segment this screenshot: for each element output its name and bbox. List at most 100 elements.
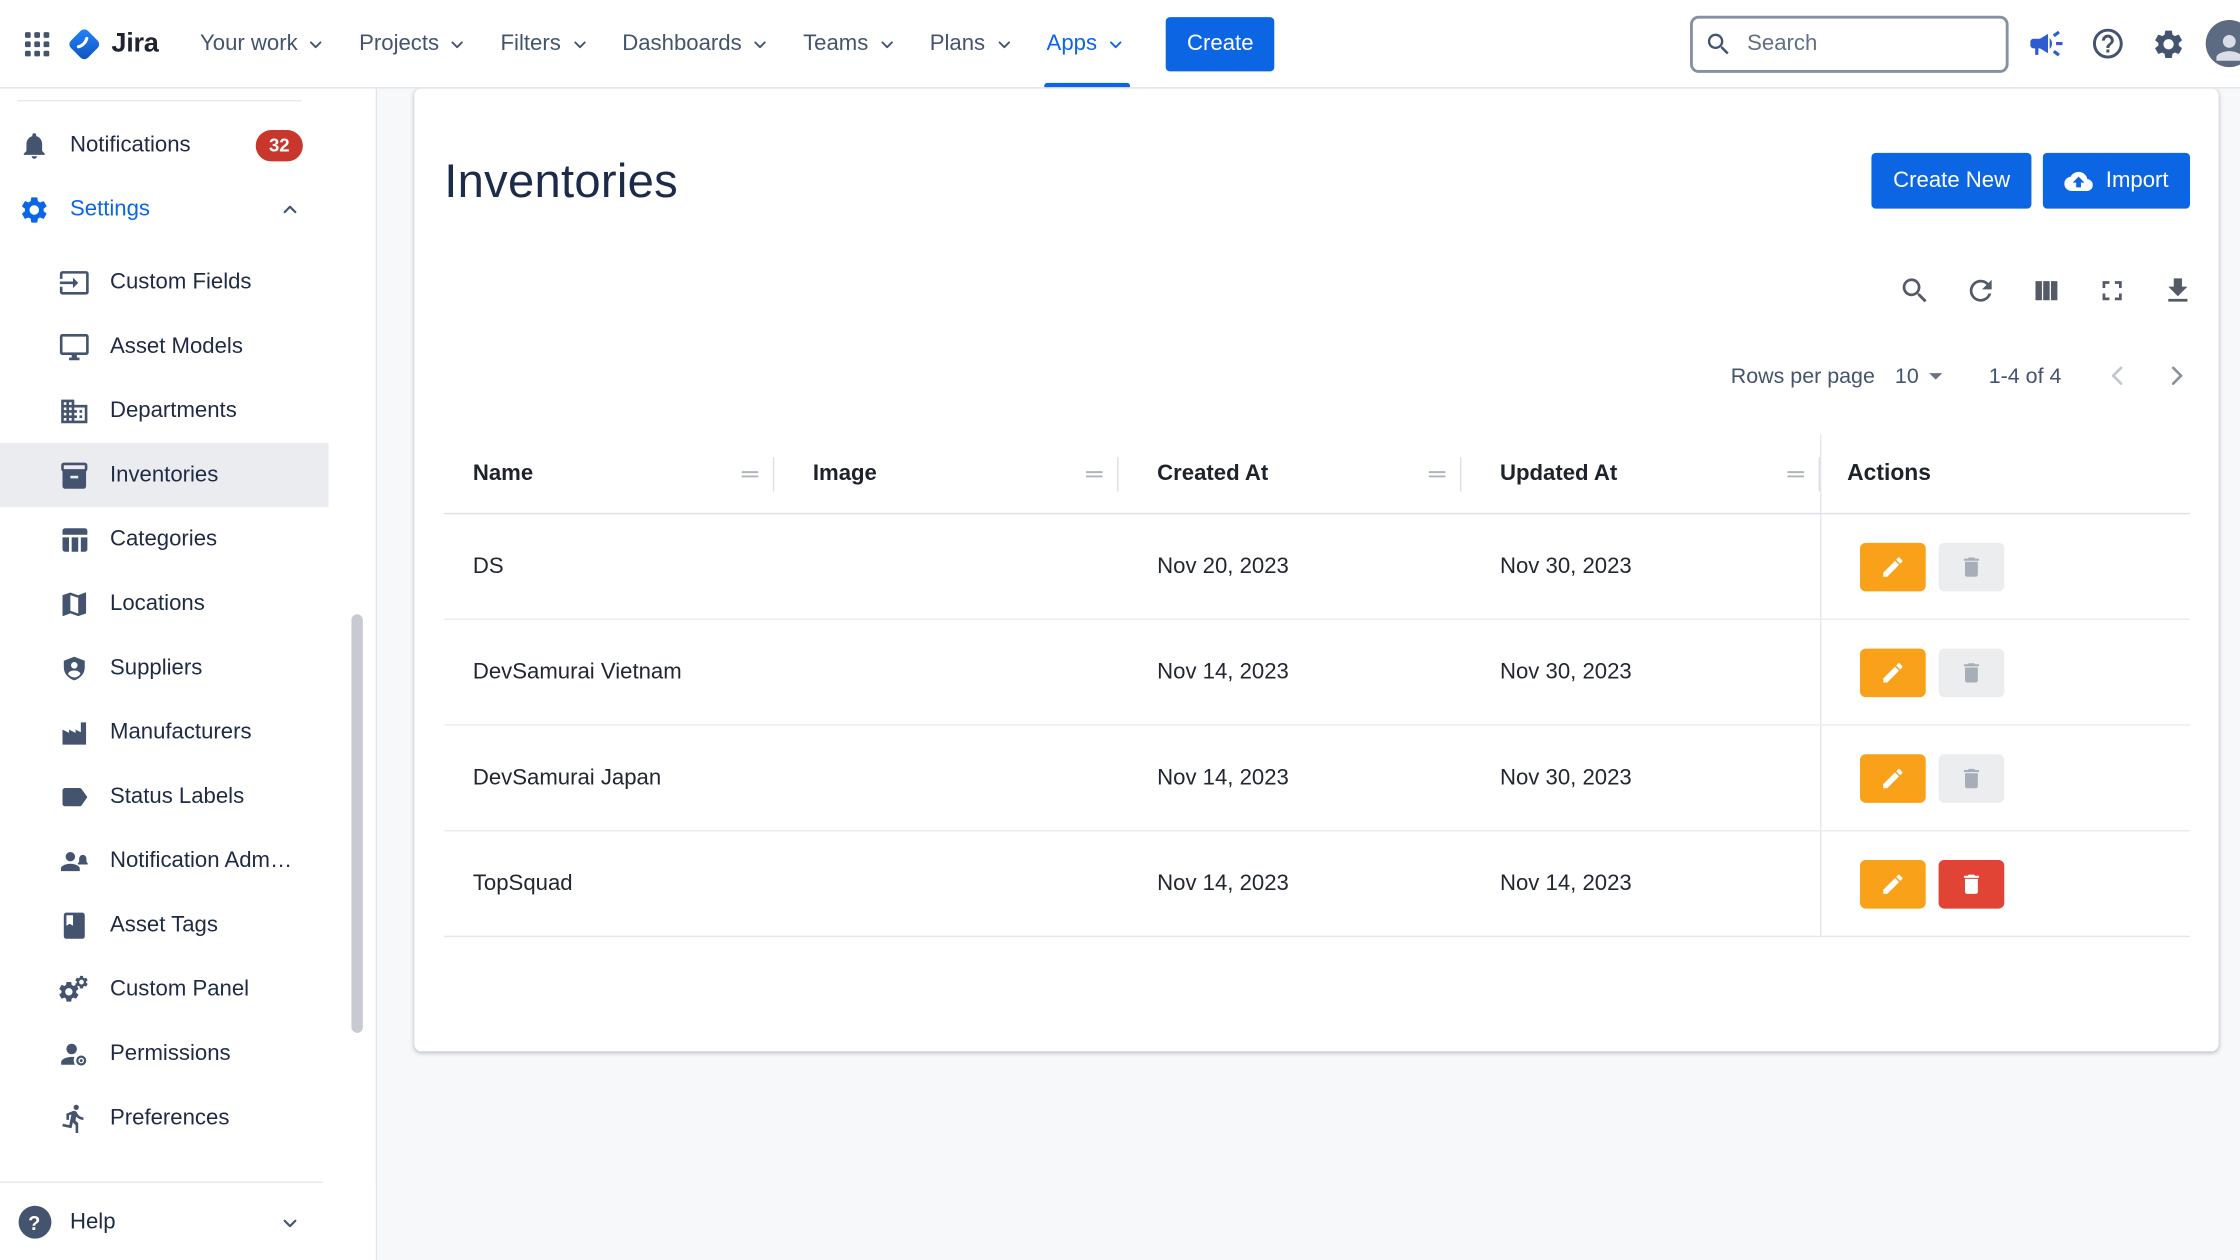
cell-created-at: Nov 14, 2023 <box>1119 659 1462 685</box>
rows-per-page-label: Rows per page <box>1731 364 1875 388</box>
sidebar-item-asset-models[interactable]: Asset Models <box>0 314 329 378</box>
import-button[interactable]: Import <box>2043 153 2190 209</box>
column-header-updated-at[interactable]: Updated At <box>1461 434 1820 513</box>
settings-button[interactable] <box>2144 19 2193 68</box>
column-header-created-at[interactable]: Created At <box>1119 434 1462 513</box>
app-window: Jira Your work Projects Filters Dashboar… <box>0 0 2240 1260</box>
export-button[interactable] <box>2153 266 2202 315</box>
sidebar-item-custom-fields[interactable]: Custom Fields <box>0 250 329 314</box>
gear-icon <box>17 192 51 226</box>
table-search-button[interactable] <box>1890 266 1939 315</box>
cell-created-at: Nov 20, 2023 <box>1119 554 1462 580</box>
help-button[interactable] <box>2083 19 2132 68</box>
user-avatar[interactable] <box>2206 20 2240 67</box>
cloud-upload-icon <box>2064 166 2093 195</box>
sidebar-item-asset-tags[interactable]: Asset Tags <box>0 893 329 957</box>
app-switcher-button[interactable] <box>14 21 60 67</box>
help-icon <box>2089 26 2125 62</box>
sidebar-divider <box>0 1181 323 1182</box>
sidebar-scrollbar[interactable] <box>351 614 362 1033</box>
column-header-name[interactable]: Name <box>444 434 774 513</box>
caret-down-icon <box>1920 360 1951 391</box>
search-input[interactable] <box>1690 15 2009 72</box>
sidebar-footer: ? Help <box>0 1181 376 1260</box>
column-header-image[interactable]: Image <box>774 434 1118 513</box>
chevron-down-icon <box>749 32 772 55</box>
nav-your-work[interactable]: Your work <box>184 0 343 87</box>
sidebar-item-status-labels[interactable]: Status Labels <box>0 764 329 828</box>
columns-button[interactable] <box>2021 266 2070 315</box>
sidebar-item-notifications[interactable]: Notifications 32 <box>0 113 329 177</box>
person-bell-icon <box>57 844 91 878</box>
column-resize-handle[interactable] <box>737 461 763 487</box>
nav-teams[interactable]: Teams <box>787 0 914 87</box>
nav-projects[interactable]: Projects <box>343 0 484 87</box>
chevron-left-icon <box>2101 360 2132 391</box>
chevron-down-icon <box>875 32 898 55</box>
create-button[interactable]: Create <box>1166 16 1275 70</box>
monitor-icon <box>57 329 91 363</box>
table-icon <box>57 522 91 556</box>
nav-dashboards[interactable]: Dashboards <box>607 0 788 87</box>
chevron-down-icon <box>305 32 328 55</box>
table-row: DevSamurai Japan Nov 14, 2023 Nov 30, 20… <box>444 726 2190 832</box>
rows-per-page-select[interactable]: 10 <box>1895 360 1952 391</box>
cell-created-at: Nov 14, 2023 <box>1119 765 1462 791</box>
column-resize-handle[interactable] <box>1081 461 1107 487</box>
pagination-range: 1-4 of 4 <box>1989 364 2062 388</box>
jira-logo[interactable]: Jira <box>66 25 159 62</box>
person-icon <box>2210 29 2240 68</box>
sidebar-item-help[interactable]: ? Help <box>0 1190 329 1254</box>
fullscreen-button[interactable] <box>2087 266 2136 315</box>
app-grid-icon <box>20 26 54 60</box>
custom-fields-icon <box>57 265 91 299</box>
nav-apps[interactable]: Apps <box>1031 0 1143 87</box>
cell-actions <box>1820 514 2190 618</box>
global-search <box>1690 15 2009 72</box>
cell-updated-at: Nov 30, 2023 <box>1461 659 1820 685</box>
book-icon <box>57 908 91 942</box>
sidebar-item-locations[interactable]: Locations <box>0 571 329 635</box>
sidebar-item-manufacturers[interactable]: Manufacturers <box>0 700 329 764</box>
cell-updated-at: Nov 14, 2023 <box>1461 871 1820 897</box>
column-resize-handle[interactable] <box>1783 461 1809 487</box>
map-icon <box>57 586 91 620</box>
sidebar-item-inventories[interactable]: Inventories <box>0 443 329 507</box>
sidebar-item-categories[interactable]: Categories <box>0 507 329 571</box>
cell-actions <box>1820 620 2190 724</box>
create-new-button[interactable]: Create New <box>1872 153 2032 209</box>
announcement-button[interactable] <box>2021 19 2070 68</box>
edit-button[interactable] <box>1860 754 1926 803</box>
notifications-badge: 32 <box>256 129 303 160</box>
edit-button[interactable] <box>1860 859 1926 908</box>
delete-button[interactable] <box>1939 859 2005 908</box>
sidebar-item-departments[interactable]: Departments <box>0 379 329 443</box>
trash-icon <box>1959 871 1985 897</box>
refresh-icon <box>1964 274 1997 307</box>
pagination: Rows per page 10 1-4 of 4 <box>414 314 2218 397</box>
top-navigation: Jira Your work Projects Filters Dashboar… <box>0 0 2240 89</box>
chevron-right-icon <box>2161 360 2192 391</box>
main-content: Inventories Create New Import <box>377 89 2240 1260</box>
primary-nav: Your work Projects Filters Dashboards Te… <box>184 0 1142 87</box>
delete-button <box>1939 542 2005 591</box>
inventory-box-icon <box>57 458 91 492</box>
sidebar-item-preferences[interactable]: Preferences <box>0 1086 329 1150</box>
column-resize-handle[interactable] <box>1424 461 1450 487</box>
sidebar-item-notification-admin[interactable]: Notification Adm… <box>0 829 329 893</box>
sidebar-item-custom-panel[interactable]: Custom Panel <box>0 957 329 1021</box>
person-gear-icon <box>57 1036 91 1070</box>
sidebar-item-settings[interactable]: Settings <box>0 177 329 241</box>
nav-filters[interactable]: Filters <box>485 0 607 87</box>
gear-icon <box>2151 26 2185 60</box>
pencil-icon <box>1880 871 1906 897</box>
edit-button[interactable] <box>1860 542 1926 591</box>
refresh-button[interactable] <box>1956 266 2005 315</box>
sidebar-item-permissions[interactable]: Permissions <box>0 1021 329 1085</box>
sidebar-item-suppliers[interactable]: Suppliers <box>0 636 329 700</box>
topnav-right <box>1690 15 2240 72</box>
edit-button[interactable] <box>1860 648 1926 697</box>
jira-logo-icon <box>66 25 103 62</box>
nav-plans[interactable]: Plans <box>914 0 1031 87</box>
cell-actions <box>1820 831 2190 935</box>
